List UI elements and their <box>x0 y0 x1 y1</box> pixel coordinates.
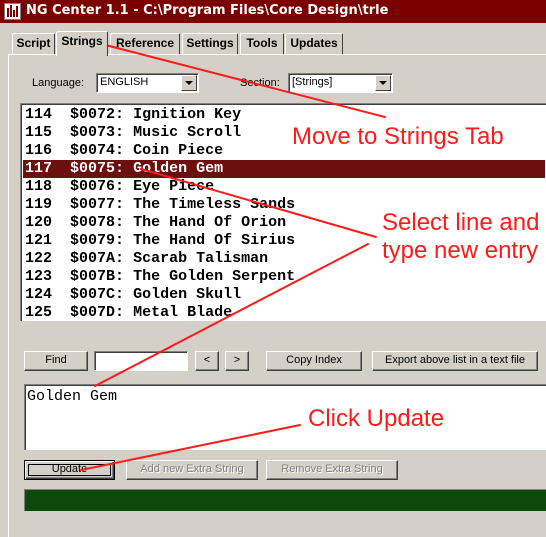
annotation-move-tab: Move to Strings Tab <box>292 123 504 150</box>
arrow-to-edit-field <box>94 243 369 387</box>
annotation-select-line-1: Select line and <box>382 209 540 236</box>
tab-strings[interactable]: Strings <box>56 31 108 56</box>
annotation-click-update: Click Update <box>308 405 445 432</box>
arrow-to-strings-tab <box>81 38 386 118</box>
arrow-to-update-button <box>80 424 301 471</box>
arrow-to-selected-line <box>140 168 377 238</box>
annotation-arrows <box>80 38 386 471</box>
annotation-select-line-2: type new entry <box>382 237 539 264</box>
